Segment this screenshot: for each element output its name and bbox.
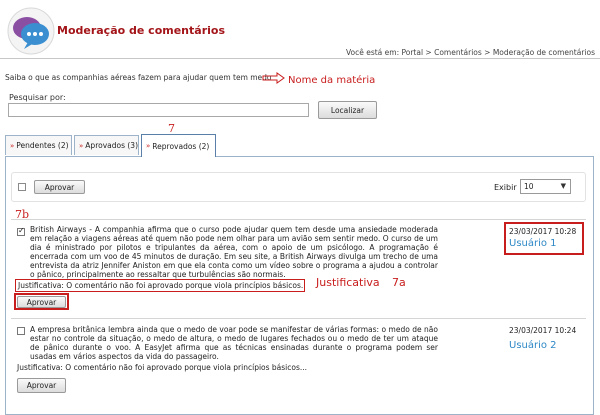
comment-2-date: 23/03/2017 10:24 [509,326,577,335]
page-size-value: 10 [524,182,534,191]
double-chevron-down-icon: » [146,142,151,150]
comment-2-checkbox[interactable] [17,327,25,335]
checkmark-icon: ✓ [18,226,25,235]
moderation-logo-icon [6,6,56,56]
annotation-justification: Justificativa [316,276,380,289]
header-divider [0,58,600,59]
tab-label: Reprovados (2) [152,141,210,151]
annotation-step-7a: 7a [392,276,406,289]
annotation-article-name: Nome da matéria [288,75,376,86]
comment-1-user: Usuário 1 [509,238,557,249]
comment-2-justification: Justificativa: O comentário não foi apro… [17,363,308,372]
arrow-right-icon [262,72,286,86]
bulk-approve-button[interactable]: Aprovar [34,180,85,194]
double-chevron-down-icon: » [79,141,84,150]
tab-pending[interactable]: » Pendentes (2) [5,135,72,155]
page-size-select[interactable]: 10 ▼ [520,179,571,194]
page-size-label: Exibir [494,183,517,192]
search-button[interactable]: Localizar [318,101,377,119]
search-label: Pesquisar por: [9,93,66,102]
tab-label: Pendentes (2) [16,141,69,150]
comment-divider [11,219,586,220]
select-all-checkbox[interactable] [18,183,26,191]
search-input[interactable] [8,103,309,117]
comment-1-date: 23/03/2017 10:28 [509,227,577,236]
comment-2-approve-button[interactable]: Aprovar [17,378,66,393]
tab-rejected[interactable]: » Reprovados (2) [141,134,216,157]
comment-2-text: A empresa britânica lembra ainda que o m… [30,325,438,361]
comment-divider [11,318,586,319]
comment-1-checkbox[interactable]: ✓ [17,226,25,236]
comment-1-approve-button[interactable]: Aprovar [17,296,66,308]
comment-1-justification: Justificativa: O comentário não foi apro… [15,279,305,292]
comment-2-user: Usuário 2 [509,340,557,351]
dropdown-arrow-icon: ▼ [560,182,566,190]
tab-approved[interactable]: » Aprovados (3) [74,135,139,155]
article-title: Saiba o que as companhias aéreas fazem p… [5,73,272,82]
tab-label: Aprovados (3) [85,141,138,150]
page-title: Moderação de comentários [57,24,225,37]
double-chevron-down-icon: » [10,141,15,150]
comment-1-text: British Airways - A companhia afirma que… [30,225,438,279]
breadcrumb: Você está em: Portal > Comentários > Mod… [345,48,595,57]
